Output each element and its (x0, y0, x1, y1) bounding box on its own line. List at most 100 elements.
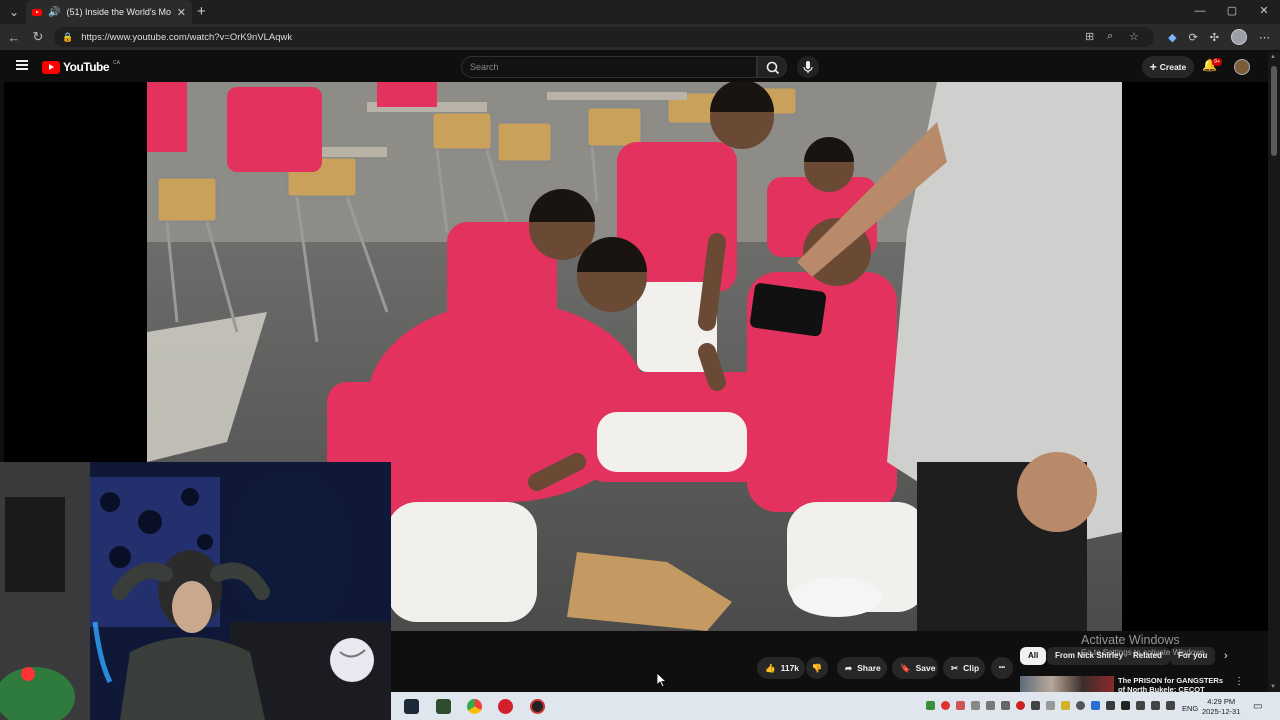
share-button[interactable]: ➦ Share (837, 657, 887, 679)
more-dots-icon: ••• (998, 665, 1006, 671)
clock-date: 2025-12-31 (1202, 707, 1241, 716)
share-arrow-icon: ➦ (845, 662, 853, 673)
page-scrollbar[interactable]: ▲ ▼ (1268, 52, 1280, 692)
tray-app6-icon[interactable] (1016, 701, 1025, 710)
scroll-down-icon[interactable]: ▼ (1270, 684, 1276, 690)
app-red-icon[interactable] (498, 699, 513, 714)
tray-app10-icon[interactable] (1076, 701, 1085, 710)
minecraft-icon[interactable] (436, 699, 451, 714)
notification-badge: 9+ (1212, 58, 1223, 66)
thumbs-down-icon: 👎 (811, 662, 823, 673)
refresh-extension-icon[interactable]: ⟳ (1189, 31, 1198, 44)
browser-tab-strip: ⌄ 🔊 (51) Inside the World's Most ✕ + — ▢… (0, 0, 1280, 24)
tray-app11-icon[interactable] (1091, 701, 1100, 710)
like-button[interactable]: 👍 117k (757, 657, 805, 679)
browser-toolbar-right: ◆ ⟳ ✣ ⋯ (1168, 24, 1280, 50)
wifi-icon[interactable] (1151, 701, 1160, 710)
menu-hamburger-icon[interactable] (16, 60, 28, 73)
recommendation-title[interactable]: The PRISON for GANGSTERs of North Bukele… (1118, 676, 1230, 692)
tab-menu-chevron-icon[interactable]: ⌄ (0, 0, 28, 24)
share-label: Share (857, 663, 881, 673)
speaker-icon[interactable]: 🔊 (48, 7, 60, 18)
voice-search-button[interactable] (797, 56, 819, 78)
user-avatar[interactable] (1234, 59, 1250, 75)
language-indicator[interactable]: ENG (1182, 704, 1198, 713)
dislike-button[interactable]: 👎 (806, 657, 828, 679)
like-count: 117k (780, 663, 800, 673)
activate-windows-watermark: Activate Windows Go to Settings to activ… (1081, 633, 1207, 657)
steam-icon[interactable] (404, 699, 419, 714)
url-field[interactable]: 🔒 https://www.youtube.com/watch?v=OrK9nV… (54, 27, 1154, 47)
thumbs-up-icon: 👍 (765, 662, 776, 673)
tray-app3-icon[interactable] (971, 701, 980, 710)
maximize-button[interactable]: ▢ (1216, 0, 1248, 24)
tray-app5-icon[interactable] (1001, 701, 1010, 710)
lock-icon: 🔒 (62, 31, 74, 42)
search-icon (766, 61, 780, 75)
tray-app2-icon[interactable] (956, 701, 965, 710)
more-actions-button[interactable]: ••• (991, 657, 1013, 679)
browser-profile-avatar[interactable] (1231, 29, 1247, 45)
taskbar-clock[interactable]: 4:29 PM 2025-12-31 (1202, 697, 1240, 717)
scissors-icon: ✂ (951, 662, 959, 673)
scrollbar-thumb[interactable] (1271, 66, 1277, 156)
notification-center-icon[interactable]: ▭ (1253, 701, 1262, 712)
youtube-logo[interactable]: YouTube CA (42, 60, 120, 74)
back-arrow-icon[interactable]: ← (2, 30, 26, 45)
webcam-overlay (0, 462, 391, 720)
tray-app-icon[interactable] (926, 701, 935, 710)
microphone-icon (803, 61, 813, 73)
clip-button[interactable]: ✂ Clip (943, 657, 985, 679)
chevron-right-icon[interactable]: › (1224, 650, 1228, 662)
chip-all[interactable]: All (1020, 647, 1047, 665)
bookmark-icon: 🔖 (900, 662, 911, 673)
create-button[interactable]: + Create (1142, 56, 1194, 78)
browser-tab-active[interactable]: 🔊 (51) Inside the World's Most ✕ (26, 0, 192, 24)
extension-icon[interactable]: ◆ (1168, 31, 1176, 44)
chrome-icon[interactable] (467, 699, 482, 714)
recommendation-thumbnail[interactable] (1020, 676, 1114, 692)
browser-menu-icon[interactable]: ⋯ (1259, 31, 1270, 44)
tray-app4-icon[interactable] (986, 701, 995, 710)
search-button[interactable] (757, 56, 787, 78)
region-code: CA (113, 60, 120, 66)
clip-label: Clip (963, 663, 980, 673)
scroll-up-icon[interactable]: ▲ (1270, 54, 1276, 60)
search-input[interactable]: Search (461, 56, 757, 78)
plus-icon: + (1149, 60, 1157, 74)
tray-record-icon[interactable] (941, 701, 950, 710)
clock-time: 4:29 PM (1207, 697, 1236, 706)
volume-icon[interactable] (1166, 701, 1175, 710)
window-controls: — ▢ ✕ (1184, 0, 1280, 24)
watermark-line1: Activate Windows (1081, 633, 1180, 647)
save-label: Save (915, 663, 936, 673)
app-dark-icon[interactable] (530, 699, 545, 714)
tray-app9-icon[interactable] (1061, 701, 1070, 710)
new-tab-button[interactable]: + (197, 3, 206, 20)
tray-app8-icon[interactable] (1046, 701, 1055, 710)
webcam-scene-illustration (0, 462, 391, 720)
tab-close-icon[interactable]: ✕ (177, 6, 186, 19)
network-icon[interactable] (1136, 701, 1145, 710)
zoom-icon[interactable]: ⌕ (1107, 30, 1113, 43)
url-text: https://www.youtube.com/watch?v=OrK9nVLA… (81, 31, 293, 43)
windows-taskbar (391, 692, 1280, 720)
mouse-cursor-icon (657, 673, 667, 688)
close-window-button[interactable]: ✕ (1248, 0, 1280, 24)
save-button[interactable]: 🔖 Save (892, 657, 938, 679)
youtube-favicon-icon (32, 8, 42, 16)
favorite-star-icon[interactable]: ☆ (1129, 30, 1139, 43)
tray-app7-icon[interactable] (1031, 701, 1040, 710)
address-bar-row: ← ↻ 🔒 https://www.youtube.com/watch?v=Or… (0, 24, 1280, 50)
recommendation-more-icon[interactable]: ⋮ (1234, 676, 1244, 687)
extensions-puzzle-icon[interactable]: ✣ (1210, 31, 1219, 44)
youtube-wordmark: YouTube (63, 60, 110, 74)
watermark-line2: Go to Settings to activate Windows. (1081, 648, 1208, 657)
create-label: Create (1159, 62, 1187, 72)
reload-icon[interactable]: ↻ (26, 29, 50, 45)
youtube-play-logo-icon (42, 60, 60, 74)
tray-app12-icon[interactable] (1106, 701, 1115, 710)
reader-mode-icon[interactable]: ⊞ (1085, 30, 1094, 43)
minimize-button[interactable]: — (1184, 0, 1216, 24)
tray-app13-icon[interactable] (1121, 701, 1130, 710)
